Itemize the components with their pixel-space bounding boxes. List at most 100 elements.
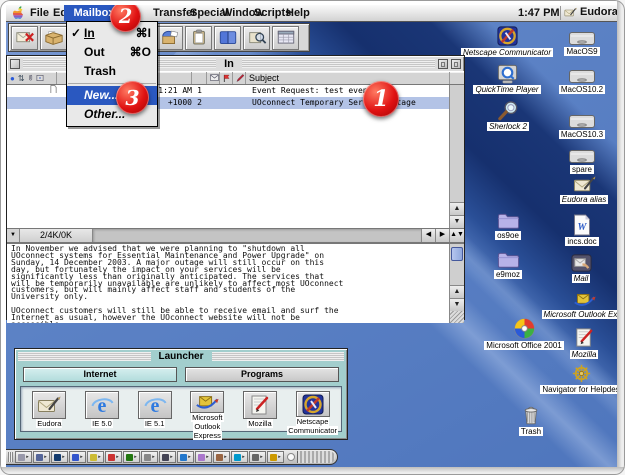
directory-services-button[interactable]: [272, 26, 299, 50]
scroll-down-icon[interactable]: ▼: [450, 215, 464, 228]
zoom-box[interactable]: [438, 59, 448, 69]
desktop-icon-macos10-2[interactable]: MacOS10.2: [554, 68, 610, 94]
header-flag-columns[interactable]: ●⇅: [7, 72, 57, 84]
menu-help[interactable]: Help: [286, 7, 310, 19]
quicktime-module[interactable]: ▸: [177, 451, 194, 463]
menu-bar-clock[interactable]: 1:47 PM: [518, 7, 560, 19]
paste-button[interactable]: [185, 26, 212, 50]
launcher-item[interactable]: Netscape Communicator: [287, 391, 339, 429]
desktop-icon-microsoft-office-2001[interactable]: Microsoft Office 2001: [496, 317, 552, 350]
desktop-icon-quicktime-player[interactable]: QuickTime Player: [479, 63, 535, 94]
pane-splitter-icon[interactable]: ▲▼: [449, 229, 464, 242]
header-mailbox-column[interactable]: [207, 72, 220, 84]
resize-handle[interactable]: [450, 311, 464, 323]
app-switcher-module[interactable]: ▸: [195, 451, 212, 463]
desktop-icon-trash[interactable]: Trash: [503, 404, 559, 436]
volume-module[interactable]: ▸: [213, 451, 230, 463]
desktop-icon-eudora-alias[interactable]: Eudora alias: [556, 175, 612, 204]
scroll-up-icon[interactable]: ▲: [450, 285, 464, 298]
list-vscrollbar[interactable]: ▲ ▼: [449, 85, 464, 228]
scroll-thumb[interactable]: [451, 247, 463, 261]
volume-icon: [216, 454, 223, 461]
desktop-icon-macos9[interactable]: MacOS9: [554, 30, 610, 56]
desktop-icon-e9moz[interactable]: e9moz: [480, 251, 536, 279]
scroll-up-icon[interactable]: ▲: [450, 202, 464, 215]
header-date-column[interactable]: [154, 72, 192, 84]
desktop-icon-label: MacOS10.2: [559, 85, 605, 94]
scroll-left-icon[interactable]: ◀: [421, 229, 435, 242]
launcher-button[interactable]: e: [85, 391, 119, 419]
resolution-module[interactable]: ▸: [141, 451, 158, 463]
launcher-button[interactable]: [32, 391, 66, 419]
launcher-item[interactable]: eIE 5.0: [76, 391, 128, 429]
display-icon: [18, 454, 25, 461]
launcher-item[interactable]: Mozilla: [234, 391, 286, 429]
application-menu[interactable]: Eudora: [564, 6, 618, 18]
svg-text:W: W: [578, 222, 588, 233]
status-icon[interactable]: ●: [10, 78, 15, 79]
close-box[interactable]: [10, 59, 20, 69]
check-mail-button[interactable]: [156, 26, 183, 50]
control-strip[interactable]: ▸▸▸▸▸▸▸▸▸▸▸▸▸▸▸: [6, 449, 338, 465]
desktop-icon-incs-doc[interactable]: Wincs.doc: [554, 214, 610, 246]
preview-toggle-icon[interactable]: ▼: [7, 229, 20, 242]
color-depth-module[interactable]: ▸: [123, 451, 140, 463]
desktop-icon-netscape-communicator[interactable]: Netscape Communicator: [479, 24, 535, 57]
display-module[interactable]: ▸: [15, 451, 32, 463]
keychain-module[interactable]: ▸: [87, 451, 104, 463]
window-title: In: [219, 58, 239, 70]
header-pen-column[interactable]: [233, 72, 246, 84]
scroll-down-icon[interactable]: ▼: [450, 298, 464, 311]
desktop-printer-module[interactable]: ▸: [105, 451, 122, 463]
label-icon[interactable]: [36, 74, 44, 82]
file-sharing-module[interactable]: ▸: [69, 451, 86, 463]
launcher-button[interactable]: [296, 391, 330, 417]
desktop-icon-microsoft-outlook-expr[interactable]: Microsoft Outlook Expr: [556, 290, 612, 319]
collapse-box[interactable]: [451, 59, 461, 69]
menu-item-out[interactable]: Out⌘O: [67, 43, 157, 62]
desktop-icon-spare[interactable]: spare: [554, 148, 610, 174]
launcher-button[interactable]: e: [138, 391, 172, 419]
menu-file[interactable]: File: [30, 7, 49, 19]
priority-icon[interactable]: ⇅: [18, 78, 25, 79]
clock-module[interactable]: ▸: [33, 451, 50, 463]
launcher-tab-programs[interactable]: Programs: [185, 367, 339, 382]
apple-menu-icon[interactable]: [13, 6, 25, 20]
desktop-icon-mail[interactable]: Mail: [553, 252, 609, 283]
desktop-icon-os9oe[interactable]: os9oe: [480, 212, 536, 240]
sound-input-module[interactable]: ▸: [231, 451, 248, 463]
scroll-right-icon[interactable]: ▶: [435, 229, 449, 242]
preview-vscrollbar[interactable]: ▲ ▼: [449, 244, 464, 323]
printer-selector-module[interactable]: ▸: [159, 451, 176, 463]
battery-module[interactable]: ▸: [267, 451, 284, 463]
launcher-item[interactable]: Eudora: [23, 391, 75, 429]
launcher-tab-internet[interactable]: Internet: [23, 367, 177, 382]
launcher-item[interactable]: Microsoft Outlook Express: [181, 391, 233, 429]
menu-item-trash[interactable]: Trash: [67, 62, 157, 81]
header-subject-column[interactable]: Subject: [246, 72, 450, 84]
menu-item-in[interactable]: ✓In⌘I: [67, 24, 157, 43]
attachment-icon[interactable]: [28, 74, 33, 82]
control-strip-grip[interactable]: [8, 452, 13, 462]
desktop-icon-macos10-3[interactable]: MacOS10.3: [554, 113, 610, 139]
launcher-button[interactable]: [243, 391, 277, 419]
energy-saver-module[interactable]: ▸: [51, 451, 68, 463]
launcher-item[interactable]: eIE 5.1: [129, 391, 181, 429]
control-strip-handle[interactable]: [297, 451, 335, 463]
header-server-column[interactable]: [220, 72, 233, 84]
hscrollbar-track[interactable]: [93, 229, 421, 242]
launcher-button[interactable]: [190, 391, 224, 413]
in-mailbox-button[interactable]: [40, 26, 67, 50]
popup-arrow-icon: ▸: [80, 454, 83, 460]
desktop-icon-sherlock-2[interactable]: Sherlock 2: [480, 100, 536, 131]
delete-message-button[interactable]: [11, 26, 38, 50]
mailbox-size-status[interactable]: 2/4K/0K: [20, 229, 93, 242]
find-button[interactable]: [243, 26, 270, 50]
desktop-icon-mozilla[interactable]: Mozilla: [556, 326, 612, 359]
annotation-badge-1: 1: [363, 81, 399, 117]
media-module[interactable]: ▸: [249, 451, 266, 463]
address-book-button[interactable]: [214, 26, 241, 50]
desktop-icon-navigator-for-helpdes[interactable]: Navigator for Helpdes: [553, 361, 609, 394]
header-size-column[interactable]: [192, 72, 207, 84]
launcher-titlebar[interactable]: Launcher: [15, 349, 347, 364]
